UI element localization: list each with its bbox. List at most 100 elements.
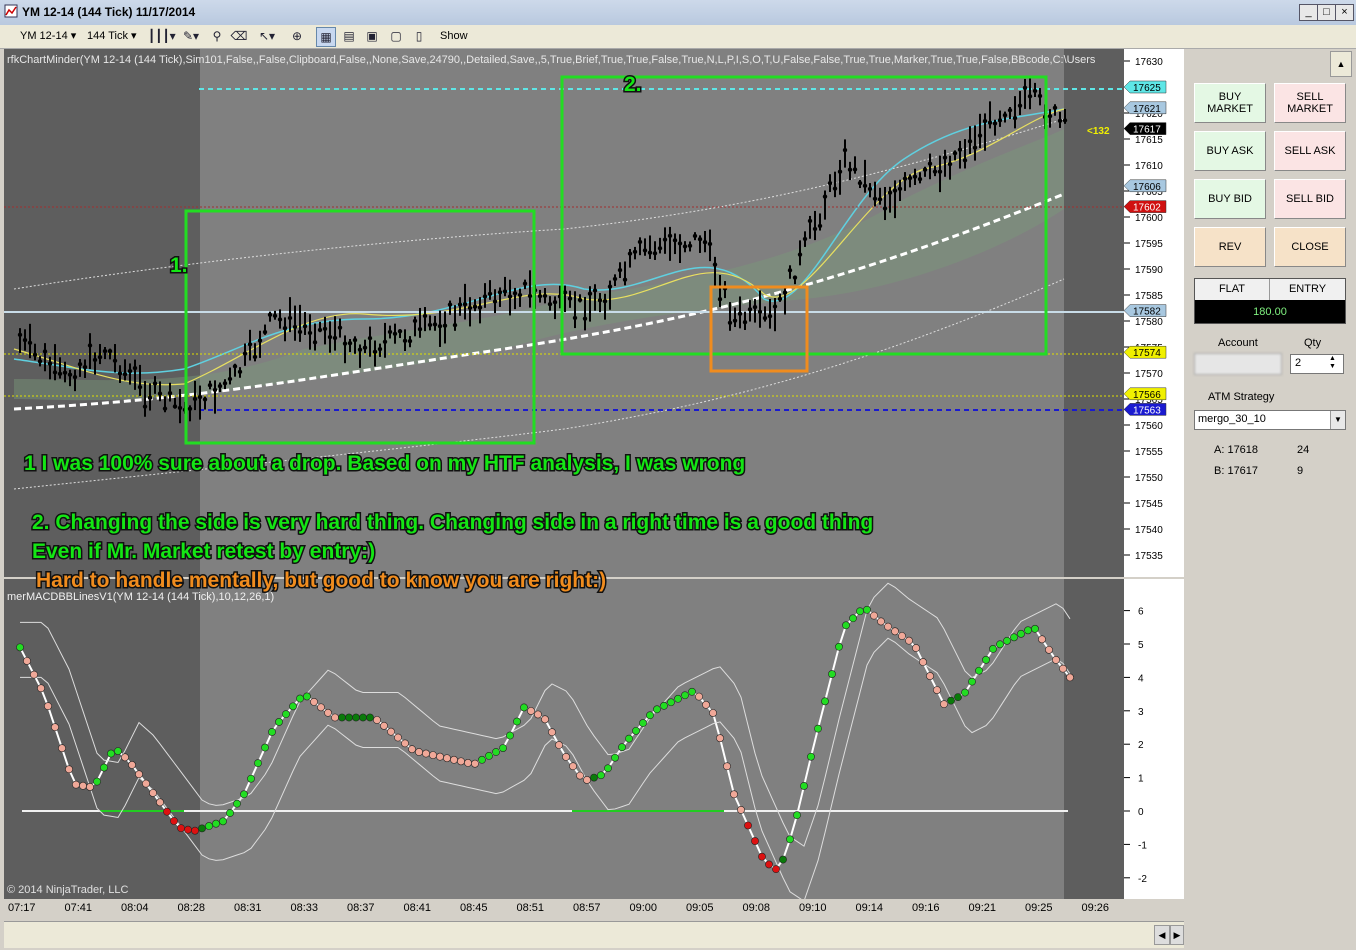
macd-dot	[800, 782, 808, 790]
price-bar-close	[572, 315, 578, 321]
macd-dot	[667, 698, 675, 707]
macd-dot	[303, 692, 311, 701]
macd-dot	[555, 741, 563, 749]
macd-dot	[135, 770, 143, 779]
buy-bid-button[interactable]: BUY BID	[1194, 179, 1266, 219]
price-bar-close	[897, 186, 903, 192]
price-bar-close	[1002, 112, 1008, 118]
macd-dot	[1038, 635, 1046, 644]
price-bar-close	[302, 324, 308, 329]
price-flag-label: 17602	[1133, 203, 1161, 214]
price-bar-close	[62, 370, 68, 375]
macd-dot	[996, 640, 1004, 649]
buy-market-button[interactable]: BUY MARKET	[1194, 83, 1266, 123]
sell-market-button[interactable]: SELL MARKET	[1274, 83, 1346, 123]
box-2-label: 2.	[624, 73, 642, 96]
eraser-icon[interactable]: ⌫	[230, 27, 248, 45]
price-axis-label: 17630	[1135, 57, 1163, 68]
qty-spinner-icon[interactable]: ▲ ▼	[1329, 355, 1336, 371]
chevron-down-icon[interactable]: ▼	[1330, 411, 1345, 429]
price-bar-close	[457, 302, 463, 307]
price-bar-close	[892, 188, 898, 193]
box-1-label: 1.	[170, 254, 188, 277]
position-entry-value: 180.00	[1195, 301, 1345, 323]
scroll-left-icon[interactable]: ◀	[1154, 925, 1170, 945]
price-bar-close	[1057, 118, 1063, 123]
reverse-button[interactable]: REV	[1194, 227, 1266, 267]
qty-input[interactable]: 2 ▲ ▼	[1290, 354, 1344, 374]
scroll-right-icon[interactable]: ▶	[1170, 925, 1184, 945]
macd-dot	[954, 693, 962, 702]
note-4: Hard to handle mentally, but good to kno…	[36, 569, 606, 592]
price-bar-close	[282, 325, 288, 331]
price-bar-close	[492, 299, 498, 304]
price-chart[interactable]: rfkChartMinder(YM 12-14 (144 Tick),Sim10…	[4, 49, 1184, 899]
price-bar-close	[157, 391, 163, 396]
price-bar-close	[752, 304, 758, 310]
time-axis-label: 09:00	[629, 902, 658, 914]
minimize-button[interactable]: _	[1299, 4, 1318, 21]
price-bar-close	[97, 354, 103, 360]
macd-dot	[849, 614, 857, 623]
macd-dot	[254, 759, 262, 768]
cursor-icon[interactable]: ↖▾	[258, 27, 276, 45]
price-bar-close	[122, 372, 128, 377]
close-window-button[interactable]: ×	[1335, 4, 1354, 21]
account-field[interactable]	[1194, 353, 1282, 375]
pin-icon[interactable]: ⚲	[208, 27, 226, 45]
price-bar-close	[152, 381, 158, 386]
time-axis-label: 08:04	[121, 902, 149, 914]
price-bar-close	[27, 340, 33, 346]
price-bar-close	[682, 244, 688, 249]
price-bar-close	[462, 302, 468, 307]
lower-axis-label: 2	[1138, 740, 1144, 751]
ask-size: 24	[1297, 444, 1310, 456]
macd-dot	[758, 852, 766, 861]
macd-dot	[961, 688, 969, 697]
price-bar-close	[292, 324, 298, 330]
indicators-icon[interactable]: ▤	[340, 27, 358, 45]
atm-strategy-select[interactable]: mergo_30_10 ▼	[1194, 410, 1346, 430]
buy-ask-button[interactable]: BUY ASK	[1194, 131, 1266, 171]
price-bar-close	[187, 406, 193, 411]
sell-ask-button[interactable]: SELL ASK	[1274, 131, 1346, 171]
period-selector[interactable]: 144 Tick ▾	[87, 28, 137, 44]
time-axis-label: 09:26	[1081, 902, 1110, 914]
macd-dot	[926, 672, 934, 680]
note-3: Even if Mr. Market retest by entry:)	[32, 540, 375, 563]
pencil-icon[interactable]: ✎▾	[182, 27, 200, 45]
indicator-label: rfkChartMinder(YM 12-14 (144 Tick),Sim10…	[7, 54, 1096, 66]
price-bar-close	[972, 145, 978, 150]
price-flag-label: 17625	[1133, 83, 1161, 94]
price-bar-close	[362, 345, 368, 350]
price-bar-close	[547, 301, 553, 307]
collapse-panel-icon[interactable]: ▲	[1330, 51, 1352, 77]
instrument-selector[interactable]: YM 12-14 ▾	[20, 28, 76, 44]
macd-dot	[79, 781, 87, 790]
price-bar-close	[597, 298, 603, 303]
price-bar-close	[992, 121, 998, 126]
strategies-icon[interactable]: ▣	[363, 27, 381, 45]
bar-style-icon[interactable]: ┃┃┃▾	[148, 27, 176, 45]
properties-icon[interactable]: ▢	[387, 27, 405, 45]
macd-dot	[835, 642, 843, 651]
price-bar-close	[517, 292, 523, 298]
price-bar-close	[52, 370, 58, 375]
macd-dot	[72, 780, 80, 789]
macd-dot	[107, 749, 115, 758]
macd-dot	[884, 622, 892, 631]
maximize-button[interactable]: □	[1317, 4, 1336, 21]
close-position-button[interactable]: CLOSE	[1274, 227, 1346, 267]
data-box-icon[interactable]: ▯	[410, 27, 428, 45]
price-bar-close	[312, 340, 318, 345]
price-bar-close	[77, 362, 83, 367]
macd-dot	[604, 764, 612, 773]
zoom-icon[interactable]: ⊕	[288, 27, 306, 45]
sell-bid-button[interactable]: SELL BID	[1274, 179, 1346, 219]
show-button[interactable]: Show	[440, 28, 468, 44]
price-bar-close	[412, 318, 418, 324]
chart-trader-icon[interactable]: ▦	[316, 27, 336, 47]
time-axis-label: 09:16	[912, 902, 940, 914]
horizontal-scrollbar[interactable]: ◀ ▶	[4, 921, 1184, 948]
price-bar-close	[592, 288, 598, 293]
